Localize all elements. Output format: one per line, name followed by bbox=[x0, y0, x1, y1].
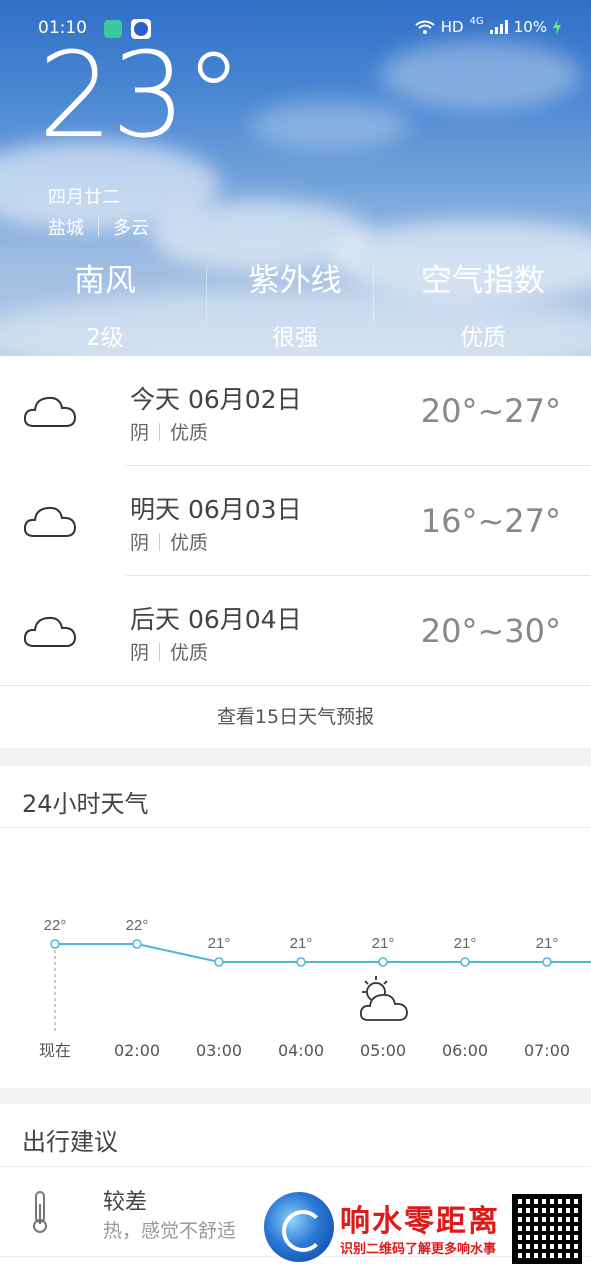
stat-value: 优质 bbox=[460, 325, 506, 351]
time-tick-label: 02:00 bbox=[114, 1041, 160, 1060]
forecast-condition: 阴 bbox=[130, 422, 150, 444]
forecast-temp-range: 20°~27° bbox=[420, 392, 561, 430]
temperature-label: 21° bbox=[290, 935, 313, 952]
stat-value: 很强 bbox=[272, 325, 318, 351]
watermark: 响水零距离 识别二维码了解更多响水事 bbox=[258, 1188, 588, 1274]
temperature-label: 22° bbox=[126, 917, 149, 934]
qr-code bbox=[512, 1194, 582, 1264]
view-15-day-forecast-button[interactable]: 查看15日天气预报 bbox=[0, 685, 591, 749]
network-type-label: HD bbox=[440, 18, 464, 36]
sky-cloud bbox=[250, 100, 410, 150]
forecast-date: 今天 06月02日 bbox=[130, 385, 302, 414]
temperature-point bbox=[296, 957, 306, 967]
divider bbox=[0, 1166, 591, 1167]
divider bbox=[159, 642, 161, 661]
stat-title: 南风 bbox=[74, 263, 136, 299]
wifi-icon bbox=[415, 20, 435, 34]
time-tick-label: 05:00 bbox=[360, 1041, 406, 1060]
stats-row: 南风 2级 紫外线 很强 空气指数 优质 bbox=[0, 255, 591, 351]
temperature-label: 21° bbox=[208, 935, 231, 952]
divider bbox=[373, 267, 374, 323]
current-condition: 多云 bbox=[113, 218, 149, 239]
time-tick-label: 现在 bbox=[39, 1041, 71, 1060]
stat-wind[interactable]: 南风 2级 bbox=[40, 255, 170, 352]
stat-value: 2级 bbox=[86, 325, 124, 351]
cloud-icon bbox=[23, 506, 77, 537]
forecast-row[interactable]: 明天 06月03日 阴 优质 16°~27° bbox=[0, 466, 591, 576]
sky-cloud bbox=[380, 40, 580, 110]
signal-icon bbox=[489, 20, 508, 34]
watermark-name: 响水零距离 bbox=[340, 1204, 500, 1239]
temperature-point bbox=[460, 957, 470, 967]
stat-title: 空气指数 bbox=[421, 263, 545, 299]
forecast-date: 后天 06月04日 bbox=[130, 605, 302, 634]
forecast-sub: 阴 优质 bbox=[130, 418, 208, 445]
temperature-point bbox=[542, 957, 552, 967]
daily-forecast: 今天 06月02日 阴 优质 20°~27° 明天 06月03日 阴 优质 16… bbox=[0, 356, 591, 748]
forecast-sub: 阴 优质 bbox=[130, 528, 208, 555]
charging-icon bbox=[553, 19, 561, 35]
forecast-sub: 阴 优质 bbox=[130, 638, 208, 665]
temperature-point bbox=[132, 939, 142, 949]
forecast-date: 明天 06月03日 bbox=[130, 495, 302, 524]
temperature-label: 21° bbox=[536, 935, 559, 952]
time-tick-label: 03:00 bbox=[196, 1041, 242, 1060]
divider bbox=[159, 532, 161, 551]
forecast-condition: 阴 bbox=[130, 532, 150, 554]
status-indicators: HD 4G 10% bbox=[415, 15, 561, 36]
temperature-label: 21° bbox=[372, 935, 395, 952]
forecast-condition: 阴 bbox=[130, 642, 150, 664]
forecast-row[interactable]: 后天 06月04日 阴 优质 20°~30° bbox=[0, 576, 591, 686]
travel-description: 热，感觉不舒适 bbox=[103, 1220, 237, 1242]
stat-aqi[interactable]: 空气指数 优质 bbox=[405, 255, 561, 352]
divider bbox=[159, 422, 161, 441]
travel-level: 较差 bbox=[103, 1190, 148, 1215]
temperature-point bbox=[50, 939, 60, 949]
forecast-air: 优质 bbox=[170, 642, 209, 664]
travel-title: 出行建议 bbox=[22, 1128, 118, 1156]
watermark-slogan: 识别二维码了解更多响水事 bbox=[340, 1242, 497, 1257]
temperature-label: 22° bbox=[44, 917, 67, 934]
current-temperature: 23° bbox=[38, 26, 243, 164]
time-tick-label: 07:00 bbox=[524, 1041, 570, 1060]
thermometer-icon bbox=[33, 1191, 47, 1233]
forecast-temp-range: 16°~27° bbox=[420, 502, 561, 540]
hourly-weather-card: 24小时天气 22° 现在 22° 02:00 21° 03:00 21° 04:00 21° 0… bbox=[0, 766, 591, 1088]
time-tick-label: 06:00 bbox=[442, 1041, 488, 1060]
temperature-point bbox=[378, 957, 388, 967]
stat-uv[interactable]: 紫外线 很强 bbox=[225, 255, 365, 352]
stat-title: 紫外线 bbox=[248, 263, 342, 299]
lunar-date: 四月廿二 bbox=[48, 187, 120, 208]
divider bbox=[206, 267, 207, 323]
cloud-icon bbox=[23, 396, 77, 427]
temperature-point bbox=[214, 957, 224, 967]
forecast-temp-range: 20°~30° bbox=[420, 612, 561, 650]
partly-cloudy-icon bbox=[359, 976, 408, 1021]
location-row: 盐城 多云 bbox=[48, 214, 149, 240]
cloud-icon bbox=[23, 616, 77, 647]
divider bbox=[98, 217, 99, 237]
forecast-row[interactable]: 今天 06月02日 阴 优质 20°~27° bbox=[0, 356, 591, 466]
temperature-label: 21° bbox=[454, 935, 477, 952]
hourly-chart[interactable]: 22° 现在 22° 02:00 21° 03:00 21° 04:00 21° 05:00 21°… bbox=[0, 766, 591, 1088]
signal-type-label: 4G bbox=[469, 15, 484, 27]
watermark-logo bbox=[264, 1192, 334, 1262]
weather-header: 01:10 HD 4G 10% 23° 四月廿二 盐城 多云 南风 2级 紫外线… bbox=[0, 0, 591, 356]
forecast-air: 优质 bbox=[170, 422, 209, 444]
forecast-air: 优质 bbox=[170, 532, 209, 554]
battery-percent: 10% bbox=[513, 18, 547, 36]
time-tick-label: 04:00 bbox=[278, 1041, 324, 1060]
city-name[interactable]: 盐城 bbox=[48, 214, 84, 240]
